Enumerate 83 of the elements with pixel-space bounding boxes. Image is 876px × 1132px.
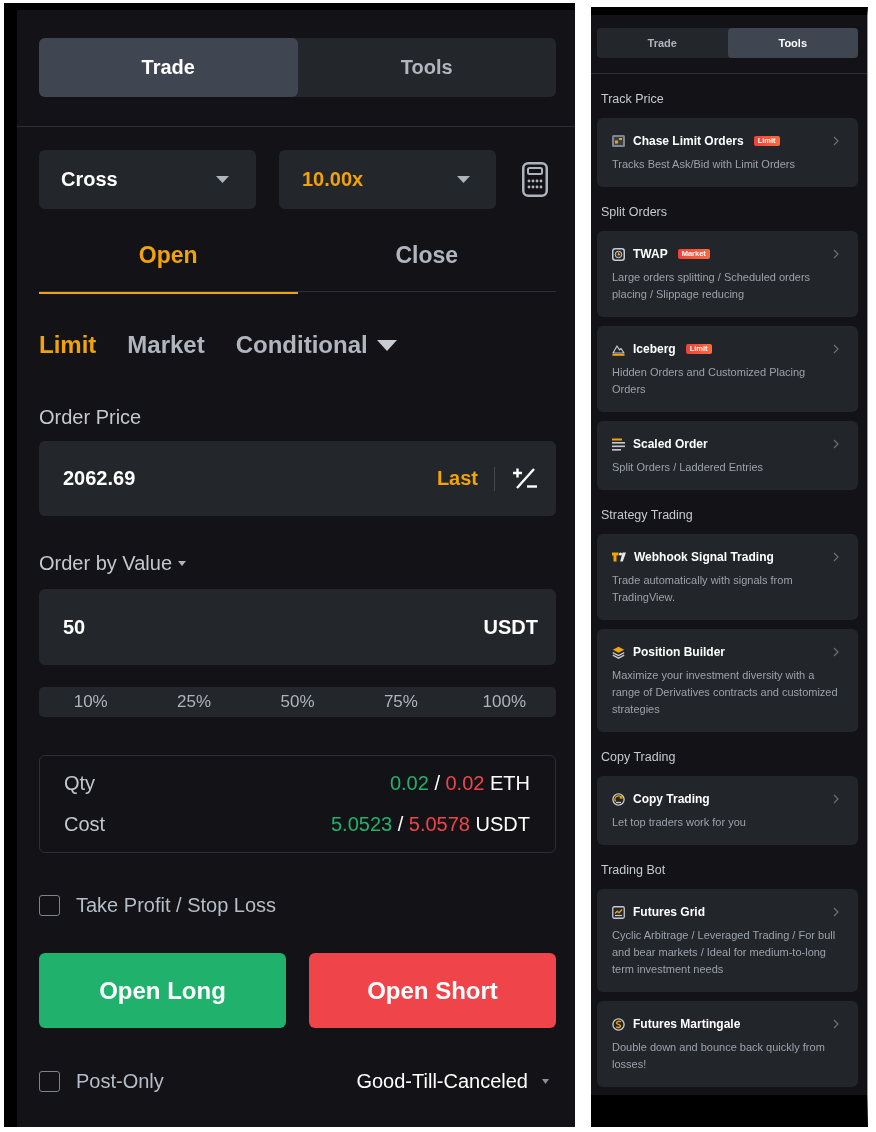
layers-icon bbox=[612, 645, 625, 659]
panel-icon bbox=[612, 135, 625, 147]
tool-title: Position Builder bbox=[633, 644, 725, 661]
price-input[interactable]: 2062.69 Last bbox=[39, 441, 556, 516]
summary-value: 5.0523 / 5.0578 USDT bbox=[330, 813, 530, 836]
tab[interactable]: Tools bbox=[727, 28, 858, 58]
chevron-right-icon bbox=[833, 647, 839, 657]
caret-icon bbox=[178, 560, 187, 566]
tool-description: Large orders splitting / Scheduled orders placing / Slippage reducing bbox=[612, 270, 812, 302]
order-type-tab[interactable]: Market bbox=[127, 330, 205, 360]
tool-title: Futures Grid bbox=[633, 904, 705, 921]
tool-title: Webhook Signal Trading bbox=[634, 549, 774, 566]
section-title: Copy Trading bbox=[601, 749, 676, 766]
lines-icon bbox=[612, 437, 625, 451]
tool-title: Chase Limit Orders bbox=[633, 133, 744, 150]
section-title: Split Orders bbox=[601, 204, 667, 221]
tool-description: Maximize your investment diversity with a range of Derivatives contracts and customized strategies bbox=[612, 668, 839, 717]
order-type-tab[interactable]: Limit bbox=[39, 330, 97, 360]
tool-description: Split Orders / Laddered Entries bbox=[612, 460, 765, 475]
percent-button[interactable]: 75% bbox=[349, 687, 453, 717]
percent-button[interactable]: 10% bbox=[39, 687, 143, 717]
caret-icon bbox=[542, 1078, 549, 1084]
summary-value: 0.02 / 0.02 ETH bbox=[389, 772, 530, 795]
section-title: Trading Bot bbox=[601, 862, 666, 879]
plus-minus-icon[interactable] bbox=[512, 467, 538, 490]
tool-description: Hidden Orders and Customized Placing Orders bbox=[612, 365, 807, 397]
tool-card[interactable]: Scaled Order Split Orders / Laddered Entries bbox=[597, 421, 858, 490]
logo-icon bbox=[612, 551, 626, 563]
clock-icon bbox=[612, 247, 625, 261]
chevron-right-icon bbox=[833, 552, 839, 562]
cycle-icon bbox=[612, 1017, 625, 1031]
caret-icon bbox=[376, 339, 397, 351]
field-label: Order Price bbox=[39, 405, 142, 429]
last-price-button[interactable]: Last bbox=[436, 467, 478, 490]
tool-description: Trade automatically with signals from TradingView. bbox=[612, 573, 794, 605]
chevron-right-icon bbox=[833, 344, 839, 354]
section-title: Strategy Trading bbox=[601, 507, 693, 524]
time-in-force-dropdown[interactable]: Good-Till-Canceled bbox=[356, 1069, 549, 1093]
tool-card[interactable]: Copy Trading Let top traders work for you bbox=[597, 776, 858, 845]
tab[interactable]: Trade bbox=[39, 38, 298, 97]
tool-title: Futures Martingale bbox=[633, 1016, 741, 1033]
tool-card[interactable]: Futures Martingale Double down and bounce back quickly from losses! bbox=[597, 1001, 858, 1087]
section-title: Track Price bbox=[601, 91, 664, 108]
chevron-right-icon bbox=[833, 136, 839, 146]
checkbox[interactable] bbox=[39, 894, 60, 916]
checkbox[interactable] bbox=[39, 1070, 60, 1092]
tool-title: Iceberg bbox=[633, 341, 676, 358]
leverage-dropdown[interactable]: 10.00x bbox=[279, 150, 496, 209]
summary-label: Qty bbox=[64, 772, 96, 795]
summary-label: Cost bbox=[64, 813, 106, 836]
tool-description: Cyclic Arbitrage / Leveraged Trading / For bull and bear markets / Ideal for medium-to-long term investment needs bbox=[612, 928, 837, 977]
tab[interactable]: Open bbox=[39, 225, 298, 294]
percent-button[interactable]: 50% bbox=[245, 687, 350, 717]
tool-card[interactable]: Futures Grid Cyclic Arbitrage / Leveraged Trading / For bull and bear markets / Ideal for medium-to-long term investment needs bbox=[597, 889, 858, 992]
margin-mode-dropdown[interactable]: Cross bbox=[39, 150, 256, 209]
tool-title: Copy Trading bbox=[633, 791, 710, 808]
order-type-dropdown[interactable]: Conditional bbox=[235, 330, 397, 360]
tool-description: Double down and bounce back quickly from losses! bbox=[612, 1040, 826, 1072]
chevron-right-icon bbox=[833, 907, 839, 917]
tool-description: Let top traders work for you bbox=[612, 815, 747, 830]
order-mode-dropdown[interactable]: Order by Value bbox=[39, 551, 187, 575]
tool-title: Scaled Order bbox=[633, 436, 708, 453]
tool-description: Tracks Best Ask/Bid with Limit Orders bbox=[612, 157, 796, 172]
checkbox-label: Post-Only bbox=[76, 1069, 164, 1093]
tool-title: TWAP bbox=[633, 246, 668, 263]
tab[interactable]: Trade bbox=[597, 28, 728, 58]
caret-icon bbox=[457, 176, 470, 183]
percent-button[interactable]: 100% bbox=[452, 687, 557, 717]
value-input[interactable]: 50 USDT bbox=[39, 589, 556, 665]
chevron-right-icon bbox=[833, 1019, 839, 1029]
percent-button[interactable]: 25% bbox=[142, 687, 246, 717]
tab[interactable]: Tools bbox=[297, 38, 556, 97]
chevron-right-icon bbox=[833, 249, 839, 259]
chevron-right-icon bbox=[833, 794, 839, 804]
tool-card[interactable]: Position Builder Maximize your investment diversity with a range of Derivatives contracts and customized strategies bbox=[597, 629, 858, 732]
caret-icon bbox=[216, 176, 229, 183]
checkbox-label: Take Profit / Stop Loss bbox=[76, 893, 277, 917]
tool-card[interactable]: Webhook Signal Trading Trade automatically with signals from TradingView. bbox=[597, 534, 858, 620]
calculator-icon[interactable] bbox=[522, 162, 548, 197]
chevron-right-icon bbox=[833, 439, 839, 449]
chart-icon bbox=[612, 905, 625, 919]
tab[interactable]: Close bbox=[297, 225, 556, 294]
short-button[interactable]: Open Short bbox=[309, 953, 556, 1028]
